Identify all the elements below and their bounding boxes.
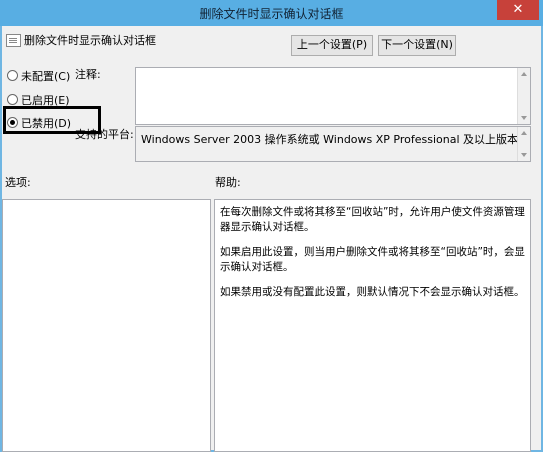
options-panel xyxy=(2,199,211,452)
help-paragraph: 如果启用此设置，则当用户删除文件或将其移至“回收站”时，会显示确认对话框。 xyxy=(220,246,525,273)
window-title: 删除文件时显示确认对话框 xyxy=(199,7,344,21)
platform-label: 支持的平台: xyxy=(75,128,134,141)
help-paragraph: 如果禁用或没有配置此设置，则默认情况下不会显示确认对话框。 xyxy=(220,286,525,298)
title-bar[interactable]: 删除文件时显示确认对话框 ✕ xyxy=(0,0,543,26)
policy-setting-icon xyxy=(6,34,21,47)
policy-name: 删除文件时显示确认对话框 xyxy=(24,34,156,47)
help-panel: 在每次删除文件或将其移至“回收站”时，允许用户使文件资源管理器显示确认对话框。 … xyxy=(214,199,531,452)
previous-setting-button[interactable]: 上一个设置(P) xyxy=(291,35,373,56)
platform-field: Windows Server 2003 操作系统或 Windows XP Pro… xyxy=(135,126,531,162)
scroll-up-icon[interactable] xyxy=(521,131,527,135)
help-label: 帮助: xyxy=(215,176,241,189)
next-setting-button[interactable]: 下一个设置(N) xyxy=(378,35,456,56)
dialog-body: 删除文件时显示确认对话框 上一个设置(P) 下一个设置(N) 未配置(C) 已启… xyxy=(2,26,541,452)
close-button[interactable]: ✕ xyxy=(497,0,539,20)
scroll-up-icon[interactable] xyxy=(521,72,527,76)
platform-text: Windows Server 2003 操作系统或 Windows XP Pro… xyxy=(141,133,519,146)
options-label: 选项: xyxy=(5,176,31,189)
scroll-down-icon[interactable] xyxy=(521,116,527,120)
policy-dialog-window: 删除文件时显示确认对话框 ✕ 删除文件时显示确认对话框 上一个设置(P) 下一个… xyxy=(0,0,543,452)
close-icon: ✕ xyxy=(512,2,524,17)
radio-circle[interactable] xyxy=(7,94,18,105)
radio-circle[interactable] xyxy=(7,70,18,81)
comment-scrollbar[interactable] xyxy=(517,68,530,124)
help-paragraph: 在每次删除文件或将其移至“回收站”时，允许用户使文件资源管理器显示确认对话框。 xyxy=(220,206,525,233)
comment-textarea[interactable] xyxy=(135,67,531,125)
radio-not-configured[interactable]: 未配置(C) xyxy=(7,68,70,84)
comment-label: 注释: xyxy=(75,68,101,81)
scroll-down-icon[interactable] xyxy=(521,153,527,157)
radio-label: 未配置(C) xyxy=(21,70,71,83)
platform-scrollbar[interactable] xyxy=(517,127,530,161)
